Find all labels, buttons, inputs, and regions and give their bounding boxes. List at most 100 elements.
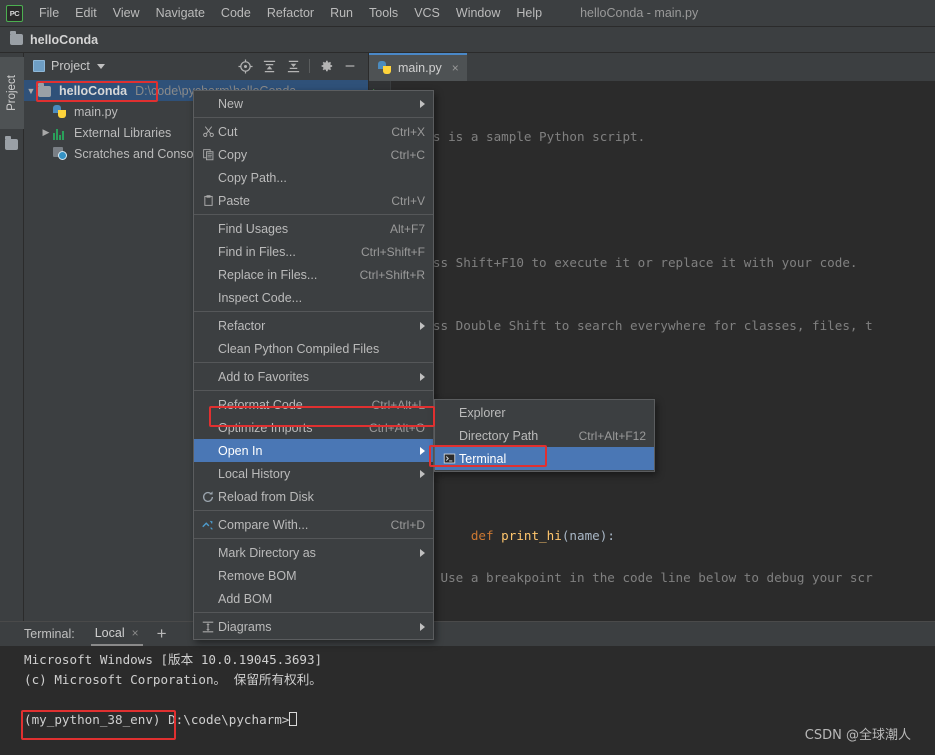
compare-icon: [198, 518, 218, 532]
menu-item-diagrams[interactable]: Diagrams: [194, 615, 433, 638]
terminal-icon: [439, 452, 459, 465]
code-line: # Press Shift+F10 to execute it or repla…: [395, 255, 858, 270]
terminal-prompt-line: (my_python_38_env) D:\code\pycharm>: [24, 710, 935, 730]
terminal-header: Terminal: Local × +: [0, 622, 935, 646]
scissors-icon: [198, 125, 218, 138]
menu-refactor[interactable]: Refactor: [259, 3, 322, 23]
menu-item-find-usages[interactable]: Find Usages Alt+F7: [194, 217, 433, 240]
menu-item-label: Find in Files...: [218, 244, 296, 259]
code-editor[interactable]: ⋮ ⋮ ⋮ ⋮ ⋮ # This is a sample Python scri…: [369, 81, 935, 621]
menu-item-inspect-code[interactable]: Inspect Code...: [194, 286, 433, 309]
menu-help[interactable]: Help: [508, 3, 550, 23]
menu-item-find-in-files[interactable]: Find in Files... Ctrl+Shift+F: [194, 240, 433, 263]
menu-item-label: Find Usages: [218, 221, 289, 236]
menu-item-accelerator: Alt+F7: [389, 221, 425, 236]
tool-window-button-project[interactable]: Project: [0, 57, 24, 129]
structure-folder-icon[interactable]: [5, 136, 18, 150]
menu-item-label: Refactor: [218, 318, 266, 333]
watermark-text: CSDN @全球潮人: [804, 728, 911, 743]
menu-item-label: Open In: [218, 443, 263, 458]
submenu-item-explorer[interactable]: Explorer: [435, 401, 654, 424]
pycharm-window: PC File Edit View Navigate Code Refactor…: [0, 0, 935, 755]
menu-separator: [194, 612, 433, 613]
menu-item-label: Local History: [218, 466, 291, 481]
terminal-line: Microsoft Windows [版本 10.0.19045.3693]: [24, 652, 323, 667]
menu-edit[interactable]: Edit: [67, 3, 105, 23]
chevron-down-icon[interactable]: [96, 63, 105, 69]
editor-tab-bar: main.py ×: [369, 53, 935, 81]
menu-item-remove-bom[interactable]: Remove BOM: [194, 564, 433, 587]
menu-item-refactor[interactable]: Refactor: [194, 314, 433, 337]
menu-item-open-in[interactable]: Open In: [194, 439, 433, 462]
menu-vcs[interactable]: VCS: [406, 3, 448, 23]
chevron-right-icon: [420, 99, 425, 108]
menu-item-label: Add to Favorites: [218, 369, 310, 384]
close-icon[interactable]: ×: [132, 626, 139, 640]
chevron-right-icon: [420, 321, 425, 330]
menu-run[interactable]: Run: [322, 3, 361, 23]
code-line: # Press Double Shift to search everywher…: [395, 318, 873, 333]
folder-icon: [38, 84, 54, 98]
menu-item-clean-python-compiled-files[interactable]: Clean Python Compiled Files: [194, 337, 433, 360]
code-content: # This is a sample Python script. # Pres…: [391, 81, 935, 621]
locate-icon[interactable]: [233, 55, 257, 77]
terminal-output[interactable]: Microsoft Windows [版本 10.0.19045.3693] (…: [0, 646, 935, 730]
chevron-down-icon[interactable]: ▼: [24, 86, 38, 96]
close-icon[interactable]: ×: [452, 61, 459, 75]
submenu-item-directory-path[interactable]: Directory Path Ctrl+Alt+F12: [435, 424, 654, 447]
breadcrumb-project[interactable]: helloConda: [30, 33, 98, 47]
chevron-right-icon[interactable]: ▶: [39, 127, 53, 138]
menu-item-paste[interactable]: Paste Ctrl+V: [194, 189, 433, 212]
menu-item-copy[interactable]: Copy Ctrl+C: [194, 143, 433, 166]
menu-item-optimize-imports[interactable]: Optimize Imports Ctrl+Alt+O: [194, 416, 433, 439]
diagram-icon: [198, 620, 218, 634]
menu-item-label: Paste: [218, 193, 250, 208]
editor-area: main.py × ⋮ ⋮ ⋮ ⋮ ⋮ # This is a sample P…: [369, 53, 935, 621]
code-line: # This is a sample Python script.: [395, 129, 646, 144]
menu-item-copy-path[interactable]: Copy Path...: [194, 166, 433, 189]
expand-all-icon[interactable]: [257, 55, 281, 77]
project-panel-title[interactable]: Project: [51, 59, 90, 73]
add-terminal-icon[interactable]: +: [157, 625, 167, 642]
menu-item-replace-in-files[interactable]: Replace in Files... Ctrl+Shift+R: [194, 263, 433, 286]
minimize-icon[interactable]: [338, 55, 362, 77]
menu-file[interactable]: File: [31, 3, 67, 23]
menu-item-accelerator: Ctrl+Alt+F12: [578, 428, 646, 443]
menu-item-label: Explorer: [459, 405, 506, 420]
menu-item-accelerator: Ctrl+Alt+O: [368, 420, 425, 435]
tool-window-label-project: Project: [6, 75, 19, 111]
menu-item-label: Clean Python Compiled Files: [218, 341, 380, 356]
menu-item-label: Terminal: [459, 451, 507, 466]
gear-icon[interactable]: [314, 55, 338, 77]
menu-item-compare-with[interactable]: Compare With... Ctrl+D: [194, 513, 433, 536]
editor-tab-mainpy[interactable]: main.py ×: [369, 53, 467, 81]
menu-item-local-history[interactable]: Local History: [194, 462, 433, 485]
menu-item-label: Copy Path...: [218, 170, 287, 185]
terminal-tab-local[interactable]: Local ×: [90, 622, 143, 646]
menu-item-label: Reload from Disk: [218, 489, 314, 504]
menu-item-cut[interactable]: Cut Ctrl+X: [194, 120, 433, 143]
terminal-cursor: [289, 712, 298, 726]
python-file-icon: [53, 104, 69, 119]
menu-item-label: Remove BOM: [218, 568, 297, 583]
menu-item-label: Directory Path: [459, 428, 539, 443]
menu-navigate[interactable]: Navigate: [148, 3, 213, 23]
menu-tools[interactable]: Tools: [361, 3, 406, 23]
submenu-item-terminal[interactable]: Terminal: [435, 447, 654, 470]
menu-view[interactable]: View: [105, 3, 148, 23]
menu-code[interactable]: Code: [213, 3, 259, 23]
menu-item-add-bom[interactable]: Add BOM: [194, 587, 433, 610]
menu-item-label: Compare With...: [218, 517, 309, 532]
menu-item-reload-from-disk[interactable]: Reload from Disk: [194, 485, 433, 508]
menu-separator: [194, 362, 433, 363]
open-in-submenu: Explorer Directory Path Ctrl+Alt+F12 Ter…: [434, 399, 655, 472]
menu-item-label: Reformat Code: [218, 397, 303, 412]
tree-item-label: External Libraries: [74, 125, 172, 140]
collapse-all-icon[interactable]: [281, 55, 305, 77]
menu-item-mark-directory-as[interactable]: Mark Directory as: [194, 541, 433, 564]
menu-item-add-to-favorites[interactable]: Add to Favorites: [194, 365, 433, 388]
menu-item-reformat-code[interactable]: Reformat Code Ctrl+Alt+L: [194, 393, 433, 416]
menu-item-new[interactable]: New: [194, 92, 433, 115]
menu-window[interactable]: Window: [448, 3, 508, 23]
